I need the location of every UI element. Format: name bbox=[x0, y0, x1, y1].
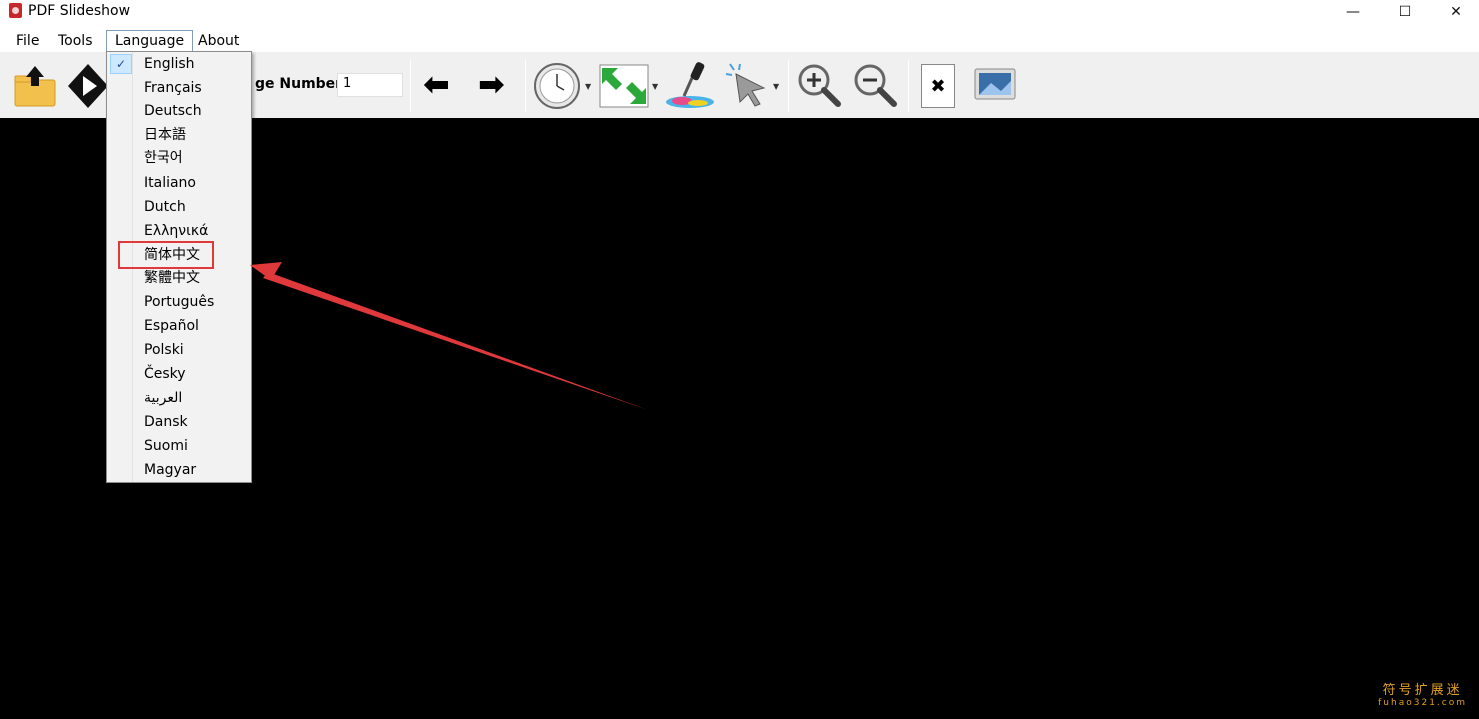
play-icon bbox=[68, 64, 108, 108]
image-button[interactable] bbox=[973, 67, 1017, 107]
language-label: Magyar bbox=[144, 462, 197, 478]
language-label: Polski bbox=[144, 342, 184, 358]
folder-upload-icon bbox=[14, 66, 56, 107]
pointer-dropdown-icon[interactable]: ▼ bbox=[773, 82, 779, 91]
minimize-button[interactable]: — bbox=[1330, 0, 1376, 24]
maximize-button[interactable]: ☐ bbox=[1382, 0, 1428, 24]
title-bar: PDF Slideshow — ☐ ✕ bbox=[0, 0, 1479, 28]
language-label: 繁體中文 bbox=[144, 270, 200, 286]
close-document-button[interactable]: ✖ bbox=[921, 64, 955, 108]
language-option[interactable]: Italiano bbox=[107, 172, 251, 196]
menu-about[interactable]: About bbox=[190, 31, 247, 52]
language-option[interactable]: Deutsch bbox=[107, 100, 251, 124]
zoom-out-button[interactable] bbox=[852, 62, 898, 112]
toolbar-separator bbox=[410, 60, 411, 112]
timer-button[interactable] bbox=[533, 62, 583, 114]
open-file-button[interactable] bbox=[12, 64, 58, 112]
watermark-en: fuhao321.com bbox=[1378, 698, 1467, 708]
play-slideshow-button[interactable] bbox=[66, 62, 110, 114]
toolbar-separator bbox=[525, 60, 526, 112]
language-option[interactable]: ✓ English bbox=[107, 53, 251, 77]
language-label: Česky bbox=[144, 366, 186, 382]
next-page-button[interactable]: ➡ bbox=[478, 68, 505, 100]
page-number-input[interactable]: 1 bbox=[337, 73, 403, 97]
menu-language[interactable]: Language bbox=[106, 30, 194, 51]
language-label: Ελληνικά bbox=[144, 223, 209, 239]
timer-dropdown-icon[interactable]: ▼ bbox=[585, 82, 591, 91]
color-dropper-icon bbox=[666, 62, 714, 108]
language-label: Español bbox=[144, 318, 199, 334]
language-label: 한국어 bbox=[144, 150, 183, 166]
language-option[interactable]: Português bbox=[107, 291, 251, 315]
watermark-cn: 符号扩展迷 bbox=[1382, 683, 1463, 698]
language-option[interactable]: Suomi bbox=[107, 435, 251, 459]
language-option[interactable]: العربية bbox=[107, 387, 251, 411]
clock-icon bbox=[534, 63, 580, 109]
language-label: Français bbox=[144, 80, 202, 96]
background-color-button[interactable] bbox=[664, 60, 718, 114]
toolbar-separator bbox=[788, 60, 789, 112]
fit-dropdown-icon[interactable]: ▼ bbox=[652, 82, 658, 91]
language-option[interactable]: Dutch bbox=[107, 196, 251, 220]
language-option[interactable]: 日本語 bbox=[107, 124, 251, 148]
language-option[interactable]: Ελληνικά bbox=[107, 220, 251, 244]
language-label: Português bbox=[144, 294, 215, 310]
language-option[interactable]: Polski bbox=[107, 339, 251, 363]
language-option[interactable]: Français bbox=[107, 77, 251, 101]
language-option[interactable]: Česky bbox=[107, 363, 251, 387]
language-option-highlighted[interactable]: 简体中文 bbox=[107, 244, 251, 268]
language-label: Dutch bbox=[144, 199, 186, 215]
app-icon bbox=[9, 3, 22, 18]
language-label: 日本語 bbox=[144, 127, 186, 143]
zoom-in-button[interactable] bbox=[796, 62, 842, 112]
language-label: 简体中文 bbox=[144, 247, 200, 263]
language-dropdown: ✓ English Français Deutsch 日本語 한국어 Itali… bbox=[106, 51, 252, 483]
language-label: Dansk bbox=[144, 414, 188, 430]
page-number-label: ge Number bbox=[255, 76, 343, 92]
language-label: English bbox=[144, 56, 195, 72]
toolbar-separator bbox=[908, 60, 909, 112]
language-label: Italiano bbox=[144, 175, 196, 191]
previous-page-button[interactable]: ⬅ bbox=[423, 68, 450, 100]
language-option[interactable]: 한국어 bbox=[107, 147, 251, 171]
language-option[interactable]: Dansk bbox=[107, 411, 251, 435]
window-title: PDF Slideshow bbox=[28, 3, 131, 19]
pointer-button[interactable] bbox=[724, 62, 772, 114]
menu-tools[interactable]: Tools bbox=[50, 31, 101, 52]
expand-arrows-icon bbox=[599, 64, 649, 108]
menu-file[interactable]: File bbox=[8, 31, 47, 52]
fit-screen-button[interactable] bbox=[598, 63, 650, 113]
language-option[interactable]: 繁體中文 bbox=[107, 267, 251, 291]
close-button[interactable]: ✕ bbox=[1433, 0, 1479, 24]
language-label: العربية bbox=[144, 390, 183, 406]
language-option[interactable]: Magyar bbox=[107, 459, 251, 483]
language-label: Deutsch bbox=[144, 103, 202, 119]
language-label: Suomi bbox=[144, 438, 188, 454]
language-option[interactable]: Español bbox=[107, 315, 251, 339]
cursor-pointer-icon bbox=[725, 63, 766, 107]
picture-icon bbox=[974, 68, 1016, 100]
menu-bar: File Tools Language About bbox=[0, 28, 1479, 52]
watermark: 符号扩展迷 fuhao321.com bbox=[1378, 683, 1467, 709]
zoom-in-icon bbox=[798, 64, 841, 107]
zoom-out-icon bbox=[854, 64, 897, 107]
check-icon: ✓ bbox=[110, 54, 132, 74]
